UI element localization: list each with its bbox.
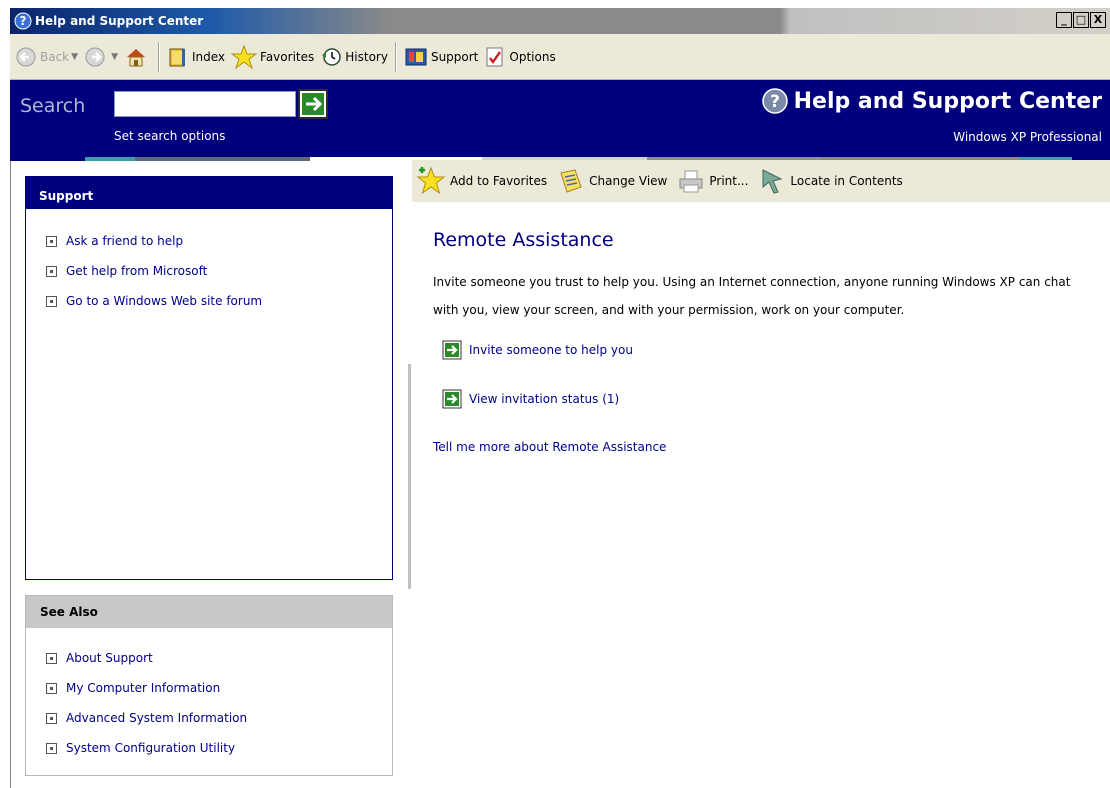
change-view-icon (560, 169, 582, 193)
see-also-link-item[interactable]: Advanced System Information (26, 703, 392, 733)
forward-arrow-icon (85, 47, 105, 66)
change-view-label: Change View (589, 174, 668, 188)
bullet-icon (46, 265, 57, 277)
history-label: History (345, 49, 388, 64)
see-also-link-label[interactable]: System Configuration Utility (66, 741, 235, 755)
toolbar-separator (394, 41, 397, 72)
support-panel-header: Support (26, 177, 392, 209)
options-label: Options (509, 49, 556, 64)
history-clock-icon (322, 47, 341, 66)
minimize-button[interactable]: _ (1056, 12, 1072, 28)
help-question-icon: ? (761, 88, 788, 114)
support-link-label[interactable]: Go to a Windows Web site forum (66, 294, 262, 308)
see-also-link-label[interactable]: About Support (66, 651, 153, 665)
invite-action[interactable]: Invite someone to help you (442, 340, 633, 360)
page-title: Remote Assistance (433, 229, 614, 251)
bullet-icon (46, 712, 57, 724)
maximize-button[interactable]: □ (1073, 12, 1089, 28)
bullet-icon (46, 235, 57, 247)
support-link-item[interactable]: Get help from Microsoft (26, 256, 392, 286)
change-view-button[interactable]: Change View (553, 167, 673, 195)
favorites-button[interactable]: Favorites (228, 40, 317, 74)
index-book-icon (169, 48, 185, 66)
locate-in-contents-button[interactable]: Locate in Contents (754, 167, 908, 195)
support-link-label[interactable]: Get help from Microsoft (66, 264, 207, 278)
back-label: Back (40, 49, 70, 64)
green-arrow-icon (442, 340, 462, 360)
support-link-item[interactable]: Go to a Windows Web site forum (26, 286, 392, 316)
see-also-link-item[interactable]: System Configuration Utility (26, 733, 392, 763)
back-dropdown-icon[interactable]: ▼ (71, 52, 78, 62)
title-bar[interactable]: ? Help and Support Center _ □ X (10, 8, 1110, 34)
bullet-icon (46, 295, 57, 307)
see-also-link-label[interactable]: My Computer Information (66, 681, 220, 695)
support-label: Support (430, 49, 479, 64)
svg-text:?: ? (770, 92, 780, 112)
bullet-icon (46, 652, 57, 664)
view-status-link[interactable]: View invitation status (1) (469, 392, 619, 406)
home-button[interactable] (121, 40, 154, 74)
support-icon (405, 48, 427, 65)
help-app-icon: ? (14, 12, 32, 30)
window-controls: _ □ X (1056, 12, 1106, 28)
printer-icon (679, 170, 703, 193)
search-band: Search Set search options ? Help and Sup… (10, 80, 1110, 160)
see-also-link-list: About Support My Computer Information Ad… (26, 643, 392, 763)
main-toolbar: Back ▼ ▼ Index Favorites History Support… (10, 34, 1110, 80)
search-input[interactable] (114, 91, 296, 117)
support-link-list: Ask a friend to help Get help from Micro… (26, 226, 392, 316)
bullet-icon (46, 682, 57, 694)
see-also-header: See Also (26, 596, 392, 628)
print-button[interactable]: Print... (673, 168, 754, 194)
print-label: Print... (709, 174, 749, 188)
options-button[interactable]: Options (481, 40, 558, 74)
invite-link[interactable]: Invite someone to help you (469, 343, 633, 357)
support-link-item[interactable]: Ask a friend to help (26, 226, 392, 256)
add-to-favorites-label: Add to Favorites (450, 174, 548, 188)
search-label: Search (20, 95, 86, 117)
support-panel: Support Ask a friend to help Get help fr… (25, 176, 393, 580)
locate-in-contents-label: Locate in Contents (790, 174, 903, 188)
index-button[interactable]: Index (164, 40, 228, 74)
brand-title: ? Help and Support Center (761, 88, 1102, 114)
support-link-label[interactable]: Ask a friend to help (66, 234, 183, 248)
forward-dropdown-icon[interactable]: ▼ (111, 52, 118, 62)
locate-arrow-icon (762, 169, 783, 194)
tell-me-more-link[interactable]: Tell me more about Remote Assistance (433, 440, 666, 454)
back-arrow-icon (16, 47, 36, 66)
view-status-action[interactable]: View invitation status (1) (442, 389, 619, 409)
see-also-link-item[interactable]: My Computer Information (26, 673, 392, 703)
forward-button[interactable]: ▼ (81, 40, 121, 74)
history-button[interactable]: History (317, 40, 391, 74)
favorites-star-icon (231, 44, 258, 69)
back-button[interactable]: Back ▼ (12, 40, 81, 74)
content-toolbar: Add to Favorites Change View Print... Lo… (412, 160, 1110, 202)
search-go-button[interactable] (298, 89, 328, 119)
add-favorites-star-icon (416, 166, 446, 195)
see-also-panel: See Also About Support My Computer Infor… (25, 595, 393, 776)
see-also-link-label[interactable]: Advanced System Information (66, 711, 247, 725)
toolbar-separator (157, 41, 160, 72)
index-label: Index (191, 49, 226, 64)
see-also-link-item[interactable]: About Support (26, 643, 392, 673)
add-to-favorites-button[interactable]: Add to Favorites (412, 166, 553, 196)
brand-title-text: Help and Support Center (793, 88, 1102, 114)
green-arrow-icon (442, 389, 462, 409)
brand-subtitle: Windows XP Professional (953, 130, 1102, 144)
bullet-icon (46, 742, 57, 754)
set-search-options-link[interactable]: Set search options (114, 129, 225, 143)
home-icon (126, 48, 145, 66)
go-arrow-icon (302, 93, 324, 115)
window-left-border (10, 161, 11, 788)
svg-text:?: ? (20, 14, 27, 28)
options-checklist-icon (486, 47, 503, 66)
favorites-label: Favorites (260, 49, 315, 64)
support-button[interactable]: Support (401, 40, 481, 74)
window-title: Help and Support Center (35, 14, 204, 28)
pane-splitter[interactable] (408, 364, 411, 589)
page-description: Invite someone you trust to help you. Us… (433, 275, 1071, 317)
close-button[interactable]: X (1090, 12, 1106, 28)
